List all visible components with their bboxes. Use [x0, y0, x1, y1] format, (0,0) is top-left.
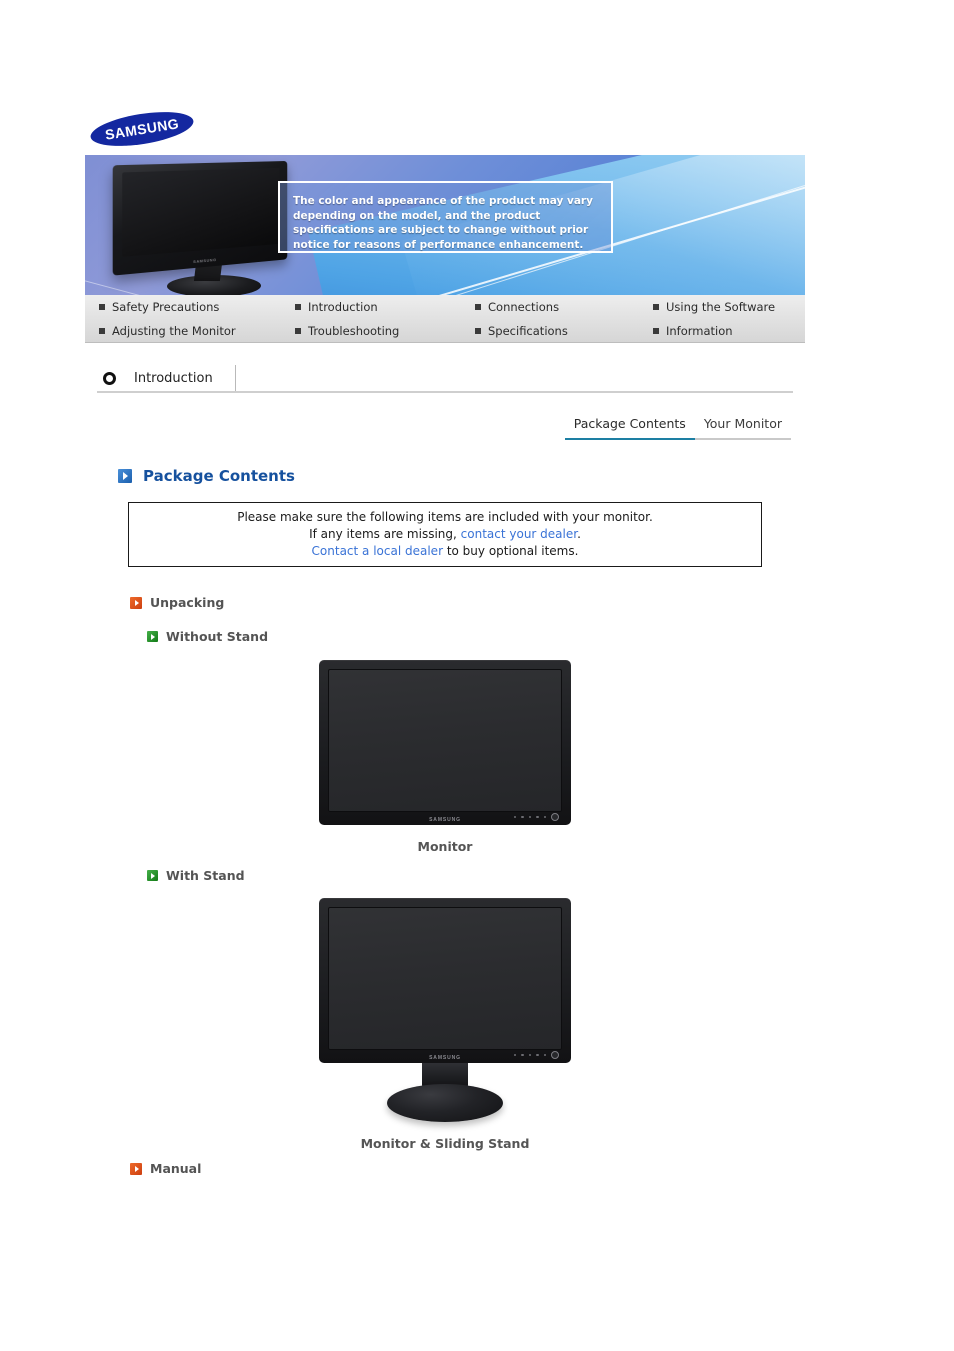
without-stand-label: Without Stand	[166, 629, 269, 644]
hero-banner: SAMSUNG The color and appearance of the …	[85, 155, 805, 295]
bullet-icon	[653, 304, 659, 310]
bullet-icon	[99, 328, 105, 334]
nav-item-using-the-software[interactable]: Using the Software	[653, 300, 805, 314]
banner-disclaimer-text: The color and appearance of the product …	[293, 195, 593, 251]
nav-item-connections[interactable]: Connections	[475, 300, 653, 314]
subheading-with-stand: With Stand	[147, 868, 245, 883]
banner-monitor-screen	[122, 167, 280, 257]
notice-line-3-suffix: to buy optional items.	[443, 544, 579, 558]
nav-label: Specifications	[488, 324, 568, 338]
main-navigation-bar: Safety Precautions Introduction Connecti…	[85, 295, 805, 343]
nav-label: Safety Precautions	[112, 300, 220, 314]
banner-monitor-brand-label: SAMSUNG	[193, 256, 217, 265]
power-button-icon	[551, 813, 559, 821]
samsung-logo-text: SAMSUNG	[104, 115, 180, 143]
arrow-right-icon	[147, 631, 158, 642]
tab-bar: Package Contents Your Monitor	[564, 416, 791, 440]
contact-local-dealer-link[interactable]: Contact a local dealer	[312, 544, 443, 558]
nav-label: Information	[666, 324, 733, 338]
nav-item-information[interactable]: Information	[653, 324, 805, 338]
nav-item-adjusting-the-monitor[interactable]: Adjusting the Monitor	[99, 324, 295, 338]
bullet-icon	[295, 328, 301, 334]
monitor-screen	[328, 669, 562, 812]
monitor-control-buttons	[513, 813, 559, 821]
bullet-icon	[475, 304, 481, 310]
unpacking-label: Unpacking	[150, 595, 225, 610]
with-stand-label: With Stand	[166, 868, 245, 883]
notice-line-1: Please make sure the following items are…	[237, 510, 653, 524]
notice-line-2-prefix: If any items are missing,	[309, 527, 461, 541]
bullet-icon	[653, 328, 659, 334]
bullet-icon	[475, 328, 481, 334]
nav-item-specifications[interactable]: Specifications	[475, 324, 653, 338]
monitor-screen	[328, 907, 562, 1050]
nav-item-safety-precautions[interactable]: Safety Precautions	[99, 300, 295, 314]
document-page: SAMSUNG SAMSUNG The color and appearance…	[0, 0, 954, 1351]
bullet-icon	[295, 304, 301, 310]
monitor-control-buttons	[513, 1051, 559, 1059]
contact-your-dealer-link[interactable]: contact your dealer	[461, 527, 577, 541]
nav-label: Using the Software	[666, 300, 776, 314]
subheading-manual: Manual	[130, 1161, 201, 1176]
divider	[234, 365, 236, 391]
subheading-unpacking: Unpacking	[130, 595, 224, 610]
bullet-icon	[99, 304, 105, 310]
nav-item-introduction[interactable]: Introduction	[295, 300, 475, 314]
notice-line-2-suffix: .	[577, 527, 581, 541]
monitor-brand-label: SAMSUNG	[429, 1054, 461, 1061]
arrow-right-icon	[118, 469, 132, 483]
section-header: Introduction	[97, 365, 793, 393]
arrow-right-icon	[130, 596, 142, 609]
tab-package-contents[interactable]: Package Contents	[564, 416, 695, 440]
package-contents-heading: Package Contents	[118, 467, 295, 485]
nav-item-troubleshooting[interactable]: Troubleshooting	[295, 324, 475, 338]
manual-label: Manual	[150, 1161, 202, 1176]
page-title: Introduction	[134, 370, 213, 386]
package-contents-title: Package Contents	[143, 467, 295, 485]
figure-monitor: SAMSUNG Monitor	[319, 660, 571, 854]
tab-your-monitor[interactable]: Your Monitor	[694, 416, 791, 440]
monitor-image: SAMSUNG	[319, 660, 571, 825]
figure-monitor-with-stand: SAMSUNG Monitor & Sliding Stand	[319, 898, 571, 1151]
nav-label: Adjusting the Monitor	[112, 324, 236, 338]
nav-label: Troubleshooting	[308, 324, 400, 338]
monitor-brand-label: SAMSUNG	[429, 816, 461, 823]
nav-label: Introduction	[308, 300, 378, 314]
notice-box: Please make sure the following items are…	[128, 502, 762, 567]
notice-line-2: If any items are missing, contact your d…	[309, 526, 581, 543]
nav-label: Connections	[488, 300, 560, 314]
subheading-without-stand: Without Stand	[147, 629, 268, 644]
banner-disclaimer-box: The color and appearance of the product …	[278, 181, 613, 253]
ring-icon	[103, 371, 116, 385]
figure-caption: Monitor	[417, 839, 473, 854]
arrow-right-icon	[147, 870, 158, 881]
power-button-icon	[551, 1051, 559, 1059]
arrow-right-icon	[130, 1162, 142, 1175]
notice-line-3: Contact a local dealer to buy optional i…	[312, 543, 579, 560]
monitor-stand-base	[387, 1084, 503, 1122]
figure-caption: Monitor & Sliding Stand	[360, 1136, 530, 1151]
samsung-logo: SAMSUNG	[88, 106, 300, 152]
banner-monitor-body: SAMSUNG	[112, 160, 288, 276]
monitor-image: SAMSUNG	[319, 898, 571, 1063]
